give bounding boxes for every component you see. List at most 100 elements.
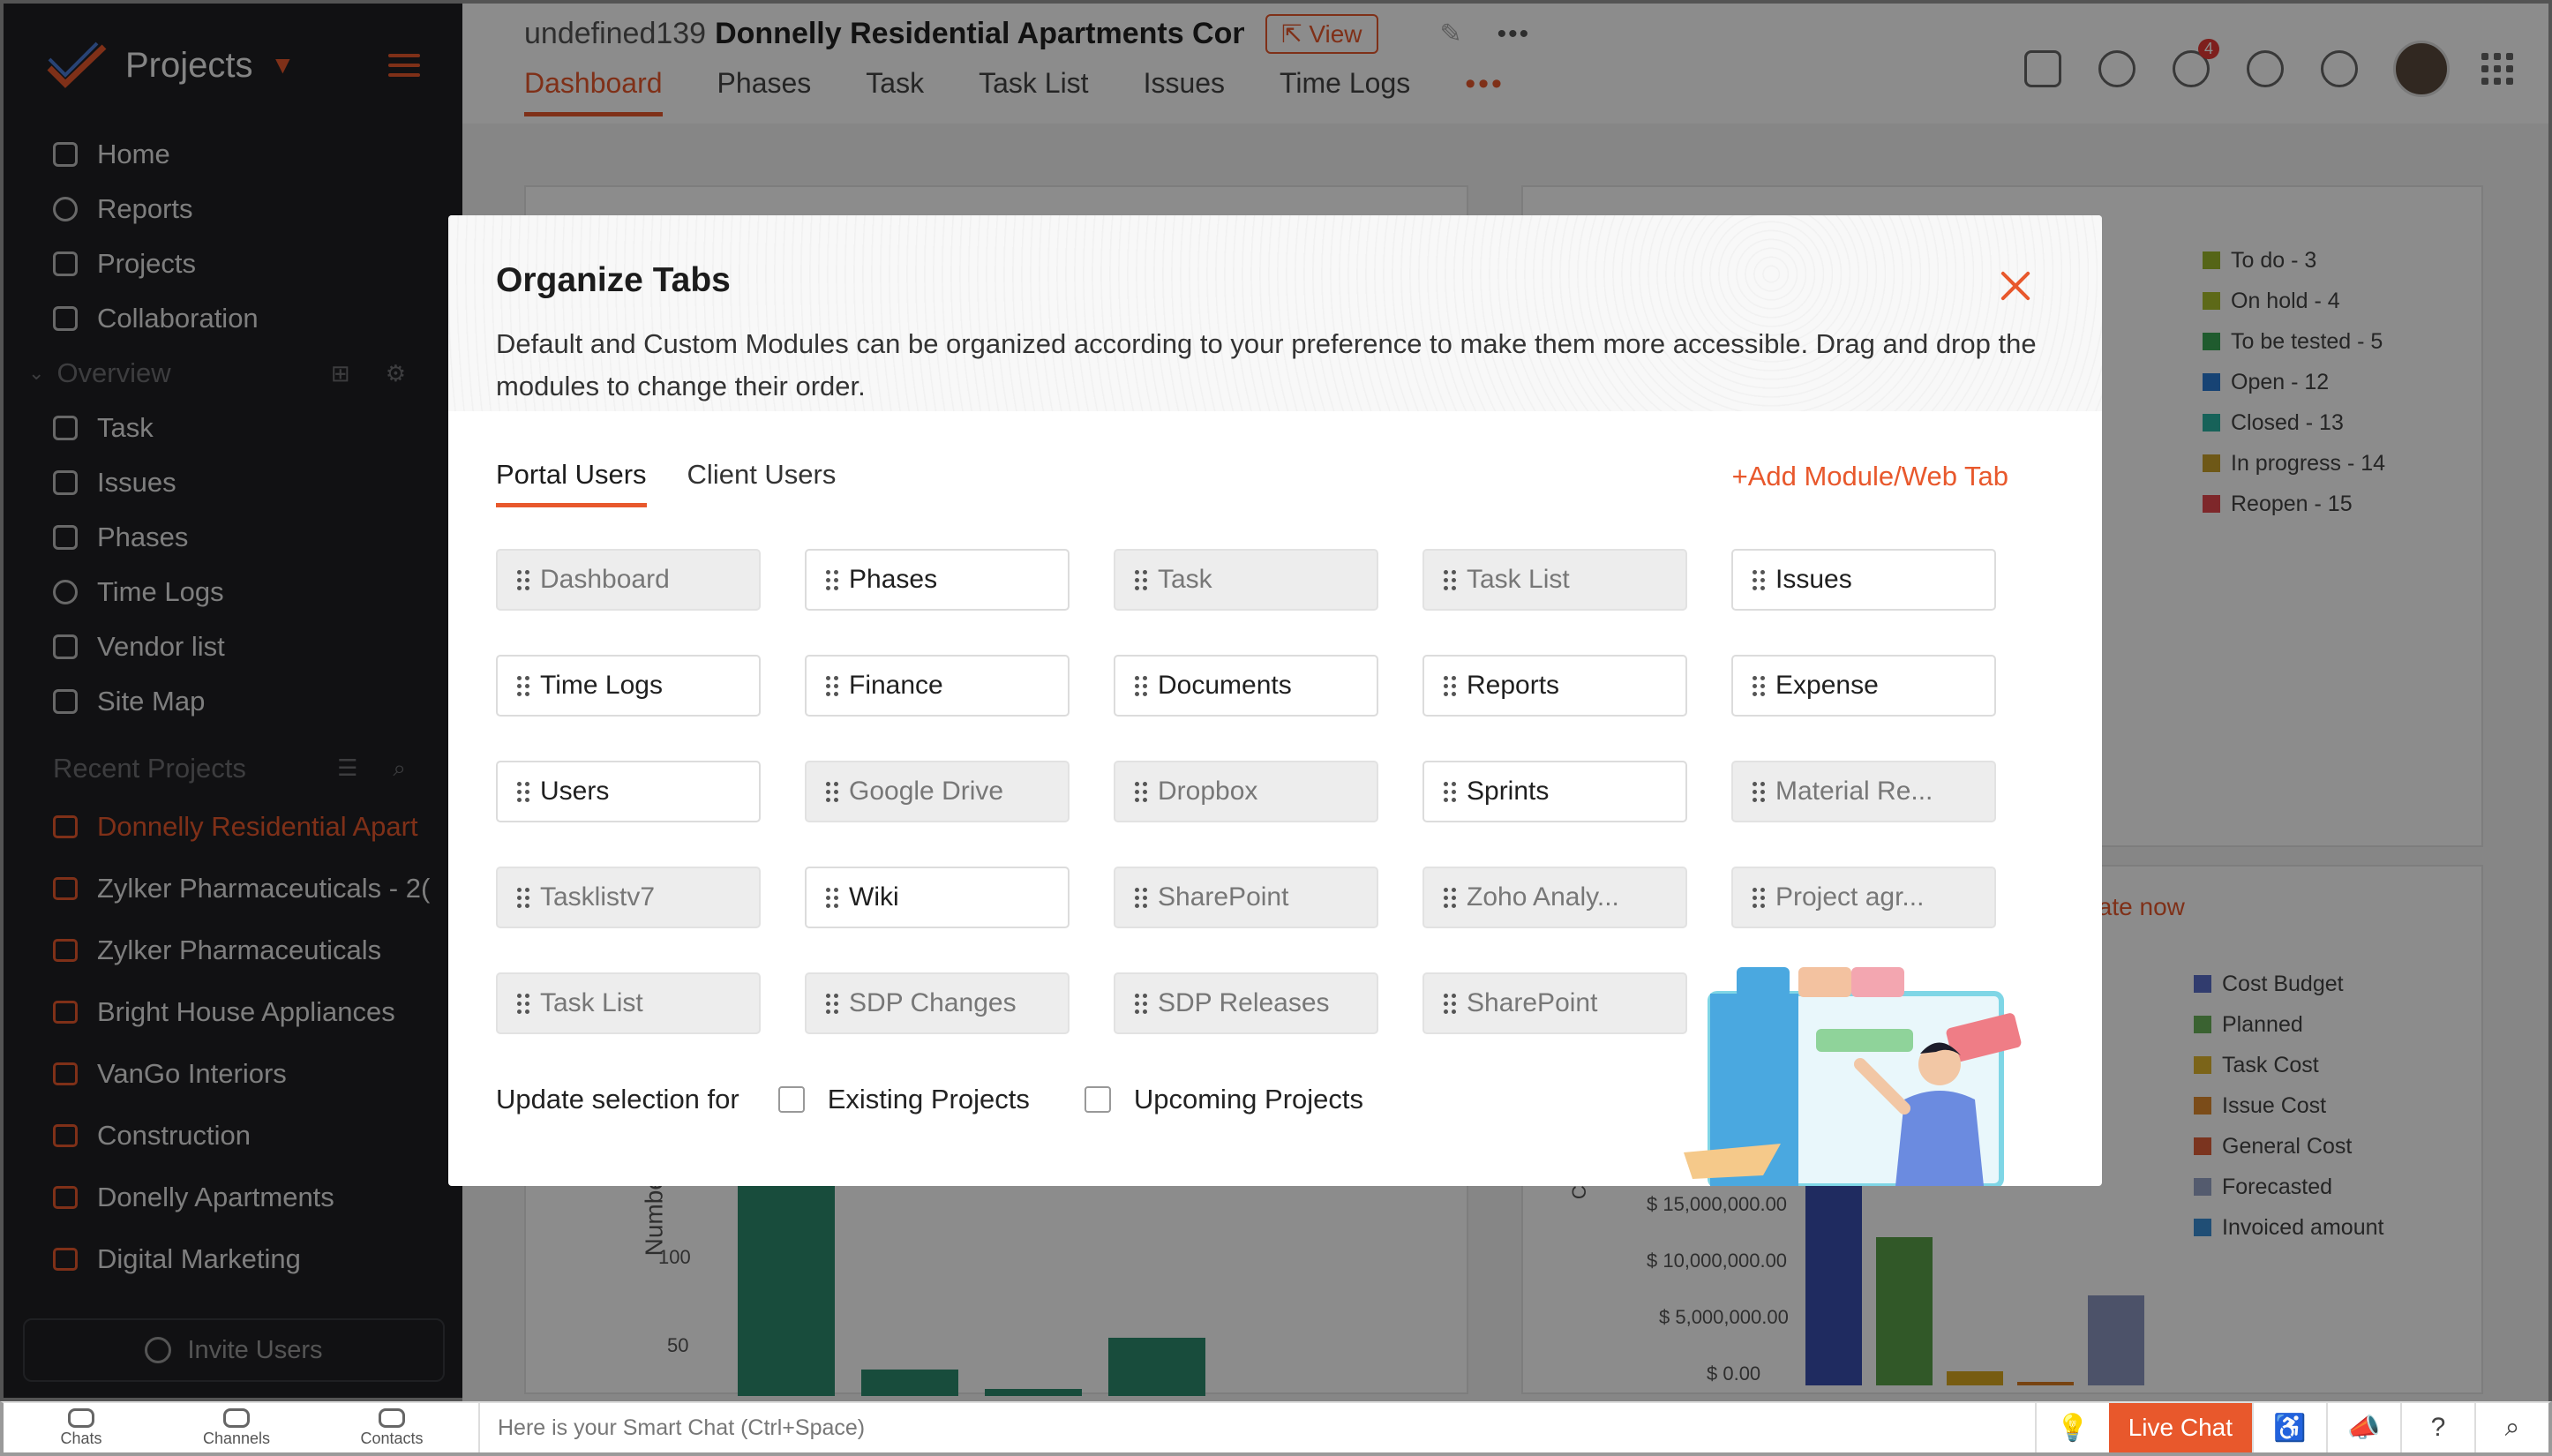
drag-handle-icon[interactable] <box>1444 887 1456 908</box>
drag-handle-icon[interactable] <box>517 781 529 802</box>
module-label: Issues <box>1775 565 1852 594</box>
search-help-icon[interactable]: ⌕ <box>2474 1403 2548 1452</box>
smart-chat-input[interactable]: Here is your Smart Chat (Ctrl+Space) <box>478 1403 2035 1452</box>
organize-illustration <box>1684 967 2022 1186</box>
module-chip[interactable]: Zoho Analy... <box>1422 867 1687 928</box>
module-label: SharePoint <box>1467 988 1598 1017</box>
module-chip[interactable]: Dropbox <box>1114 761 1378 822</box>
drag-handle-icon[interactable] <box>826 887 838 908</box>
add-module-button[interactable]: +Add Module/Web Tab <box>1732 461 2008 492</box>
drag-handle-icon[interactable] <box>1444 675 1456 696</box>
module-chip[interactable]: Tasklistv7 <box>496 867 761 928</box>
module-chip[interactable]: Sprints <box>1422 761 1687 822</box>
tab-portal-users[interactable]: Portal Users <box>496 459 647 507</box>
module-label: Dropbox <box>1158 777 1258 806</box>
module-label: SDP Releases <box>1158 988 1330 1017</box>
module-label: Sprints <box>1467 777 1550 806</box>
module-label: Wiki <box>849 882 899 912</box>
drag-handle-icon[interactable] <box>1135 675 1147 696</box>
help-icon[interactable]: ? <box>2400 1403 2474 1452</box>
drag-handle-icon[interactable] <box>1753 781 1765 802</box>
drag-handle-icon[interactable] <box>1135 993 1147 1014</box>
drag-handle-icon[interactable] <box>826 993 838 1014</box>
drag-handle-icon[interactable] <box>1444 569 1456 590</box>
close-icon[interactable] <box>2000 270 2031 302</box>
drag-handle-icon[interactable] <box>826 781 838 802</box>
contacts-icon <box>379 1407 405 1428</box>
drag-handle-icon[interactable] <box>517 569 529 590</box>
module-chip[interactable]: Task List <box>1422 549 1687 611</box>
drag-handle-icon[interactable] <box>1135 569 1147 590</box>
dialog-title: Organize Tabs <box>496 261 731 299</box>
drag-handle-icon[interactable] <box>1753 569 1765 590</box>
module-chip[interactable]: Phases <box>805 549 1070 611</box>
checkbox-label: Existing Projects <box>827 1084 1030 1115</box>
drag-handle-icon[interactable] <box>517 887 529 908</box>
module-chip[interactable]: Expense <box>1731 655 1996 717</box>
accessibility-icon[interactable]: ♿ <box>2252 1403 2326 1452</box>
dialog-description: Default and Custom Modules can be organi… <box>496 328 2037 402</box>
module-label: Material Re... <box>1775 777 1933 806</box>
checkbox-label: Upcoming Projects <box>1133 1084 1364 1115</box>
module-chip[interactable]: Issues <box>1731 549 1996 611</box>
drag-handle-icon[interactable] <box>517 675 529 696</box>
drag-handle-icon[interactable] <box>826 569 838 590</box>
chat-icon <box>68 1407 94 1428</box>
user-type-tabs: Portal Users Client Users <box>496 459 876 507</box>
drag-handle-icon[interactable] <box>1444 781 1456 802</box>
module-label: Project agr... <box>1775 882 1925 912</box>
module-grid: Dashboard Phases Task Task List Issues Time L… <box>496 549 1996 1034</box>
module-chip[interactable]: SDP Releases <box>1114 972 1378 1034</box>
module-label: Expense <box>1775 671 1879 700</box>
module-label: Google Drive <box>849 777 1004 806</box>
checkbox-box[interactable] <box>777 1086 805 1113</box>
module-label: Tasklistv7 <box>540 882 656 912</box>
module-chip[interactable]: Wiki <box>805 867 1070 928</box>
footer-app-label: Chats <box>60 1429 102 1447</box>
module-chip[interactable]: Time Logs <box>496 655 761 717</box>
module-chip[interactable]: Task List <box>496 972 761 1034</box>
drag-handle-icon[interactable] <box>1753 675 1765 696</box>
announcement-icon[interactable]: 📣 <box>2326 1403 2400 1452</box>
tab-client-users[interactable]: Client Users <box>687 459 837 507</box>
checkbox-box[interactable] <box>1084 1086 1111 1113</box>
module-chip[interactable]: Dashboard <box>496 549 761 611</box>
module-label: Task <box>1158 565 1212 594</box>
drag-handle-icon[interactable] <box>1444 993 1456 1014</box>
module-chip[interactable]: Finance <box>805 655 1070 717</box>
channels-icon <box>223 1407 250 1428</box>
update-selection: Update selection for Existing Projects U… <box>496 1084 1418 1115</box>
module-chip[interactable]: Project agr... <box>1731 867 1996 928</box>
drag-handle-icon[interactable] <box>826 675 838 696</box>
existing-projects-checkbox[interactable]: Existing Projects <box>777 1084 1030 1115</box>
drag-handle-icon[interactable] <box>1753 887 1765 908</box>
module-label: Task List <box>540 988 643 1017</box>
footer-channels[interactable]: Channels <box>159 1407 314 1448</box>
module-chip[interactable]: Google Drive <box>805 761 1070 822</box>
module-chip[interactable]: Reports <box>1422 655 1687 717</box>
module-chip[interactable]: SharePoint <box>1422 972 1687 1034</box>
module-label: Documents <box>1158 671 1292 700</box>
footer-app-label: Channels <box>202 1429 271 1447</box>
module-chip[interactable]: Task <box>1114 549 1378 611</box>
module-chip[interactable]: Documents <box>1114 655 1378 717</box>
module-label: Reports <box>1467 671 1560 700</box>
module-chip[interactable]: Material Re... <box>1731 761 1996 822</box>
drag-handle-icon[interactable] <box>1135 781 1147 802</box>
live-chat-button[interactable]: Live Chat <box>2108 1403 2252 1452</box>
module-label: Task List <box>1467 565 1570 594</box>
upcoming-projects-checkbox[interactable]: Upcoming Projects <box>1084 1084 1364 1115</box>
drag-handle-icon[interactable] <box>1135 887 1147 908</box>
update-label: Update selection for <box>496 1084 739 1115</box>
footer-contacts[interactable]: Contacts <box>314 1407 469 1448</box>
footer-bar: Chats Channels Contacts Here is your Sma… <box>0 1401 2552 1456</box>
module-label: Finance <box>849 671 943 700</box>
module-chip[interactable]: SharePoint <box>1114 867 1378 928</box>
drag-handle-icon[interactable] <box>517 993 529 1014</box>
module-label: Dashboard <box>540 565 670 594</box>
lightbulb-icon[interactable]: 💡 <box>2034 1403 2109 1452</box>
module-chip[interactable]: SDP Changes <box>805 972 1070 1034</box>
footer-chats[interactable]: Chats <box>4 1407 159 1448</box>
module-chip[interactable]: Users <box>496 761 761 822</box>
organize-tabs-dialog: Organize Tabs Default and Custom Modules… <box>448 215 2102 1186</box>
